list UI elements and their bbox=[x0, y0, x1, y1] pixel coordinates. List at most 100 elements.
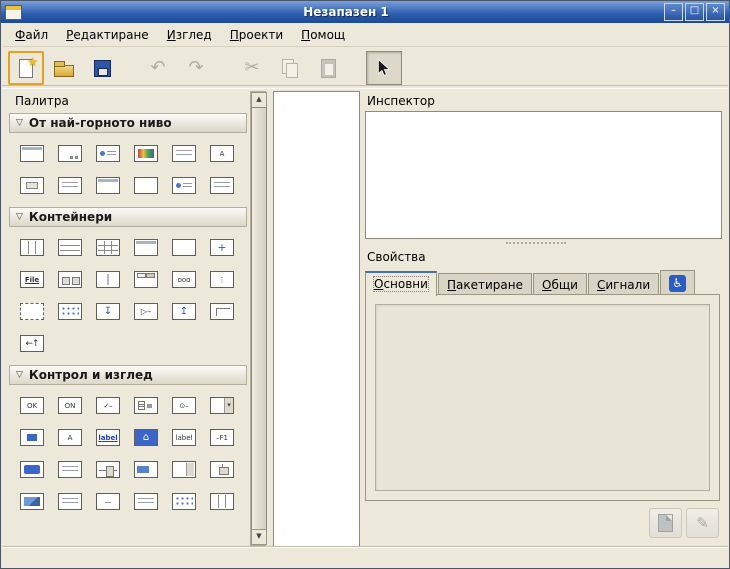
palette-title: Палитра bbox=[15, 94, 69, 108]
open-folder-icon bbox=[53, 57, 75, 79]
tab-Основни[interactable]: Основни bbox=[365, 271, 437, 296]
copy-pages-icon bbox=[279, 57, 301, 79]
tab-Общи[interactable]: Общи bbox=[533, 273, 587, 295]
properties-title: Свойства bbox=[367, 250, 426, 264]
palette-widget-progress-bar[interactable] bbox=[134, 461, 158, 478]
palette-widget-accel-label[interactable]: –F1 bbox=[210, 429, 234, 446]
save-button[interactable] bbox=[84, 51, 120, 85]
menu-item-Помощ[interactable]: Помощ bbox=[292, 25, 354, 45]
palette-widget-radio-button[interactable]: ⊙– bbox=[172, 397, 196, 414]
properties-empty-area bbox=[375, 304, 710, 491]
palette-widget-check-group[interactable] bbox=[134, 397, 158, 414]
palette-widget-text-entry[interactable]: A bbox=[58, 429, 82, 446]
window-buttons: –□× bbox=[664, 3, 725, 21]
palette-widget-frame[interactable] bbox=[134, 239, 158, 256]
palette-widget-toggle-button[interactable]: ON bbox=[58, 397, 82, 414]
palette-widget-layout[interactable]: ↥ bbox=[172, 303, 196, 320]
palette-section-label: Контрол и изглед bbox=[29, 368, 153, 382]
palette-widget-label[interactable]: label bbox=[172, 429, 196, 446]
palette-section-header[interactable]: ▽Контейнери bbox=[9, 207, 247, 227]
menu-item-Проекти[interactable]: Проекти bbox=[221, 25, 292, 45]
palette-widget-dialog[interactable] bbox=[58, 145, 82, 162]
palette-widget-table[interactable] bbox=[96, 239, 120, 256]
palette-widget-document-view[interactable] bbox=[58, 493, 82, 510]
scroll-down-icon[interactable]: ▼ bbox=[251, 529, 267, 545]
palette-widget-fixed[interactable] bbox=[172, 239, 196, 256]
inspector-tree[interactable] bbox=[365, 111, 722, 239]
palette-widget-alert-dialog[interactable] bbox=[172, 177, 196, 194]
window-title: Незапазен 1 bbox=[28, 5, 664, 19]
tab-Сигнали[interactable]: Сигнали bbox=[588, 273, 659, 295]
close-button[interactable]: × bbox=[706, 3, 725, 21]
palette-widget-text-view[interactable] bbox=[58, 461, 82, 478]
menu-item-Изглед[interactable]: Изглед bbox=[158, 25, 221, 45]
palette-widget-scrolled-window[interactable] bbox=[58, 303, 82, 320]
palette-widget-hbox[interactable] bbox=[58, 239, 82, 256]
palette-widget-vbox[interactable] bbox=[20, 239, 44, 256]
palette-widget-color-selection-dialog[interactable] bbox=[134, 145, 158, 162]
palette-panel: ▽От най-горното ниво A ▽Контейнери + File ooo… bbox=[9, 113, 247, 543]
glade-window: Незапазен 1 –□× ФайлРедактиранеИзгледПро… bbox=[0, 0, 730, 569]
palette-section-header[interactable]: ▽Контрол и изглед bbox=[9, 365, 247, 385]
design-canvas[interactable] bbox=[273, 91, 360, 548]
palette-widget-window[interactable] bbox=[20, 145, 44, 162]
palette-widget-expander[interactable]: ▷– bbox=[134, 303, 158, 320]
palette-widget-button[interactable]: OK bbox=[20, 397, 44, 414]
palette-scrollbar[interactable]: ▲ ▼ bbox=[250, 91, 266, 546]
palette-widget-hseparator[interactable]: — bbox=[96, 493, 120, 510]
palette-widget-menu-bar[interactable]: File bbox=[20, 271, 44, 288]
minimize-button[interactable]: – bbox=[664, 3, 683, 21]
palette-widget-paned[interactable] bbox=[96, 271, 120, 288]
palette-widget-alignment[interactable]: ←↑ bbox=[20, 335, 44, 352]
menu-item-Редактиране[interactable]: Редактиране bbox=[57, 25, 158, 45]
palette-widget-viewport[interactable] bbox=[20, 303, 44, 320]
palette-widget-layout-fixed[interactable]: + bbox=[210, 239, 234, 256]
pane-resize-handle[interactable] bbox=[506, 242, 566, 244]
palette-widget-label-markup[interactable]: label bbox=[96, 429, 120, 446]
palette-widget-check-button[interactable]: ✓– bbox=[96, 397, 120, 414]
maximize-button[interactable]: □ bbox=[685, 3, 704, 21]
palette-widget-file-selection-dialog[interactable] bbox=[172, 145, 196, 162]
palette-widget-text-dialog[interactable] bbox=[210, 177, 234, 194]
palette-widget-home-button[interactable]: ⌂ bbox=[134, 429, 158, 446]
titlebar[interactable]: Незапазен 1 –□× bbox=[1, 1, 729, 23]
palette-section-header[interactable]: ▽От най-горното ниво bbox=[9, 113, 247, 133]
palette-widget-list-view[interactable] bbox=[134, 493, 158, 510]
palette-widget-about-dialog[interactable] bbox=[96, 177, 120, 194]
tab-Пакетиране[interactable]: Пакетиране bbox=[438, 273, 532, 295]
palette-grid: + File ooo ⋮ ↧ ▷– ↥ ←↑ bbox=[9, 231, 247, 365]
palette-widget-entry[interactable] bbox=[20, 461, 44, 478]
palette-widget-toolbar-widget[interactable] bbox=[58, 271, 82, 288]
palette-widget-column-view[interactable] bbox=[210, 493, 234, 510]
palette-widget-color-button[interactable] bbox=[20, 429, 44, 446]
palette-widget-image[interactable] bbox=[20, 493, 44, 510]
palette-widget-message-dialog[interactable] bbox=[96, 145, 120, 162]
palette-widget-font-selection-dialog[interactable]: A bbox=[210, 145, 234, 162]
new-file-icon bbox=[15, 57, 37, 79]
toolbar-separator bbox=[348, 53, 366, 83]
palette-widget-aspect-frame[interactable] bbox=[210, 303, 234, 320]
open-button[interactable] bbox=[46, 51, 82, 85]
selector-button[interactable] bbox=[366, 51, 402, 85]
paste-button bbox=[310, 51, 346, 85]
palette-widget-handle-box[interactable]: ↧ bbox=[96, 303, 120, 320]
palette-widget-icon-view[interactable] bbox=[172, 493, 196, 510]
palette-widget-combo-box[interactable] bbox=[210, 397, 234, 414]
palette-widget-spin-button[interactable] bbox=[172, 461, 196, 478]
pencil-icon: ✎ bbox=[696, 514, 709, 532]
collapse-arrow-icon: ▽ bbox=[16, 212, 23, 222]
palette-widget-hscale[interactable] bbox=[96, 461, 120, 478]
scroll-up-icon[interactable]: ▲ bbox=[251, 92, 267, 108]
palette-widget-input-dialog[interactable] bbox=[20, 177, 44, 194]
palette-widget-plug-window[interactable] bbox=[134, 177, 158, 194]
toolbar-separator bbox=[122, 53, 140, 83]
menu-item-Файл[interactable]: Файл bbox=[6, 25, 57, 45]
scrollbar-thumb[interactable] bbox=[251, 107, 267, 530]
palette-widget-option-dialog[interactable] bbox=[58, 177, 82, 194]
tab-accessibility[interactable]: ♿ bbox=[660, 270, 695, 295]
palette-widget-notebook[interactable] bbox=[134, 271, 158, 288]
new-button[interactable] bbox=[8, 51, 44, 85]
palette-widget-vbutton-box[interactable]: ⋮ bbox=[210, 271, 234, 288]
palette-widget-hbutton-box[interactable]: ooo bbox=[172, 271, 196, 288]
palette-widget-vscale[interactable] bbox=[210, 461, 234, 478]
